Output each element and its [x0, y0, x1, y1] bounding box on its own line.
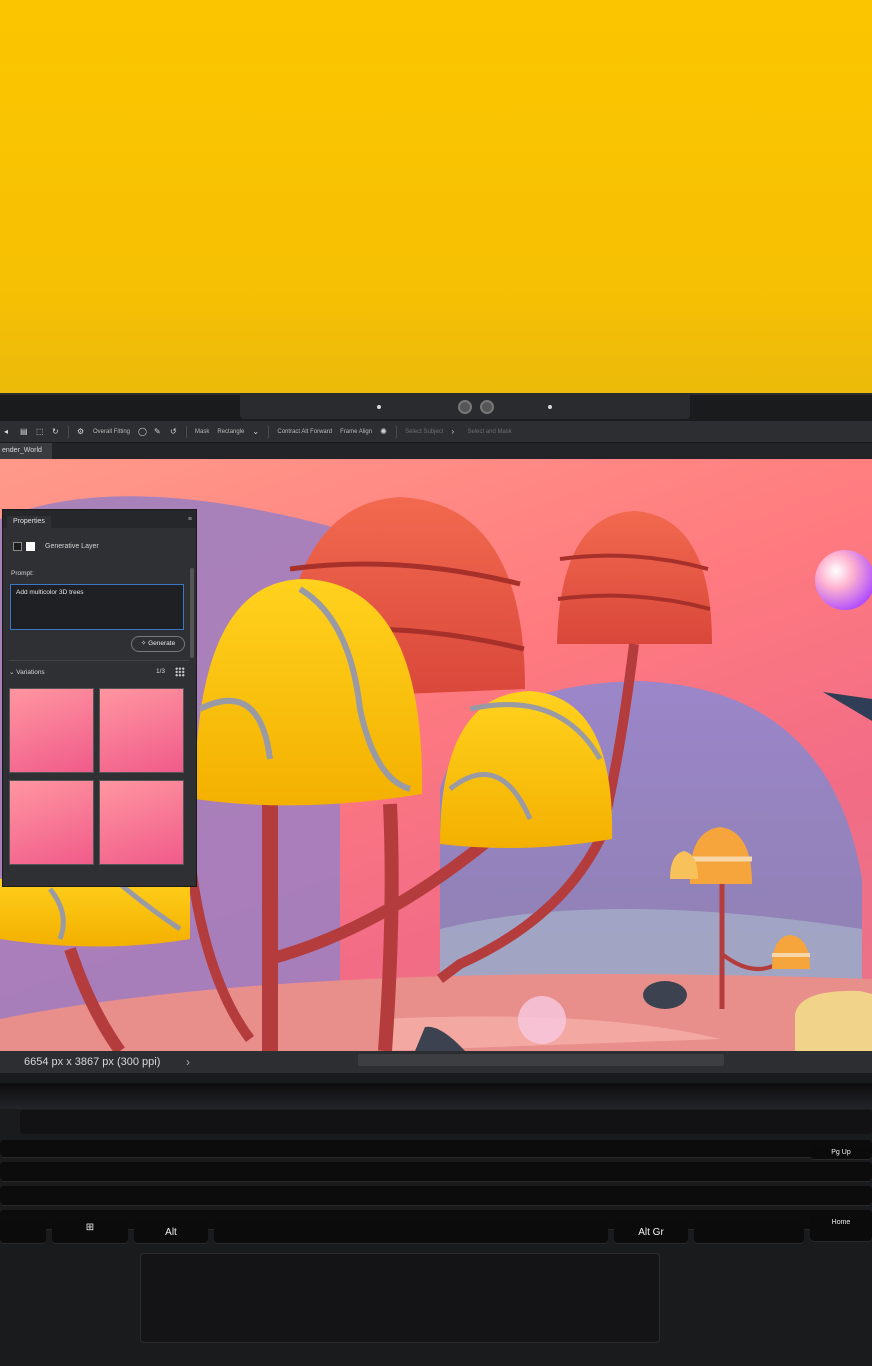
- chevron-down-icon: ⌄: [9, 669, 15, 676]
- document-tab-bar: ender_World: [0, 443, 872, 459]
- indicator-dot: [548, 405, 552, 409]
- lasso-icon[interactable]: ◯: [138, 427, 147, 436]
- variations-header[interactable]: ⌄ Variations 1/3: [9, 667, 187, 677]
- pgup-key: Pg Up: [810, 1146, 872, 1160]
- layer-type-label: Generative Layer: [45, 543, 99, 550]
- windows-key: ⊞: [52, 1222, 128, 1244]
- rotate-icon[interactable]: ↺: [170, 427, 178, 436]
- generate-button[interactable]: ✧ Generate: [131, 636, 185, 652]
- tab-properties[interactable]: Properties: [7, 516, 51, 528]
- generative-layer-row: Generative Layer: [13, 542, 99, 551]
- toolbar-item-1[interactable]: Mask: [195, 429, 209, 435]
- webcam-bar: [240, 395, 690, 419]
- letter-key-row: [0, 1186, 872, 1206]
- function-key-row: [0, 1140, 872, 1158]
- altgr-key: Alt Gr: [614, 1222, 688, 1244]
- toolbar-item-5[interactable]: Select Subject: [405, 429, 443, 435]
- layers-icon[interactable]: ▤: [20, 427, 28, 436]
- ctrl-key: [694, 1222, 804, 1244]
- chevron-right-icon[interactable]: ›: [186, 1051, 190, 1073]
- select-icon[interactable]: ⬚: [36, 427, 44, 436]
- document-dimensions: 6654 px x 3867 px (300 ppi): [24, 1056, 161, 1068]
- variation-thumbnail[interactable]: [99, 780, 184, 865]
- panel-menu-icon[interactable]: ≡: [188, 516, 192, 523]
- fn-key: [0, 1222, 46, 1244]
- toolbar-item-2[interactable]: Rectangle: [217, 429, 244, 435]
- refresh-icon[interactable]: ↻: [52, 427, 60, 436]
- alt-key: Alt: [134, 1222, 208, 1244]
- toolbar-item-3[interactable]: Contract Alt Forward: [277, 429, 332, 435]
- toolbar-item-0[interactable]: Overall Fitting: [93, 429, 130, 435]
- grid-view-icon[interactable]: [175, 667, 185, 677]
- generate-button-label: Generate: [148, 640, 176, 647]
- laptop-hinge: [0, 1083, 872, 1109]
- variation-thumbnail[interactable]: [9, 688, 94, 773]
- properties-panel: Properties ≡ Generative Layer Prompt: Ad…: [2, 509, 197, 887]
- toolbar-item-6[interactable]: Select and Mask: [467, 429, 511, 435]
- toolbar-item-4[interactable]: Frame Align: [340, 429, 372, 435]
- generative-layer-icon: [13, 542, 22, 551]
- palette-icon[interactable]: ✺: [380, 427, 388, 436]
- properties-panel-header: Properties ≡: [3, 510, 196, 528]
- prompt-input[interactable]: Add multicolor 3D trees: [10, 584, 184, 630]
- webcam-lens-icon: [458, 400, 472, 414]
- variation-thumbnail[interactable]: [99, 688, 184, 773]
- generate-sparkle-icon: ✧: [140, 640, 147, 647]
- panel-divider: [9, 660, 189, 661]
- variation-thumbnail[interactable]: [9, 780, 94, 865]
- yellow-background: [0, 0, 872, 400]
- webcam-shutter-icon: [480, 400, 494, 414]
- horizontal-scrollbar[interactable]: [358, 1054, 724, 1066]
- variations-count: 1/3: [155, 668, 165, 675]
- chevron-down-icon[interactable]: ⌄: [252, 427, 260, 436]
- layer-mask-icon: [26, 542, 35, 551]
- touchpad: [140, 1253, 660, 1343]
- number-key-row: [0, 1162, 872, 1182]
- variations-label: Variations: [16, 669, 45, 676]
- ir-sensor-dot: [377, 405, 381, 409]
- move-tool-icon[interactable]: ◂: [4, 427, 12, 436]
- document-tab[interactable]: ender_World: [0, 443, 52, 459]
- settings-icon[interactable]: ⚙: [77, 427, 85, 436]
- options-bar: ◂ ▤ ⬚ ↻ ⚙ Overall Fitting ◯ ✎ ↺ Mask Rec…: [0, 421, 872, 443]
- prompt-label: Prompt:: [11, 570, 34, 577]
- brush-icon[interactable]: ✎: [154, 427, 162, 436]
- speaker-grille: [20, 1110, 872, 1134]
- chevron-right-icon[interactable]: ›: [451, 427, 459, 436]
- spacebar: [214, 1222, 608, 1244]
- panel-scrollbar[interactable]: [190, 568, 194, 658]
- home-key: Home: [810, 1216, 872, 1242]
